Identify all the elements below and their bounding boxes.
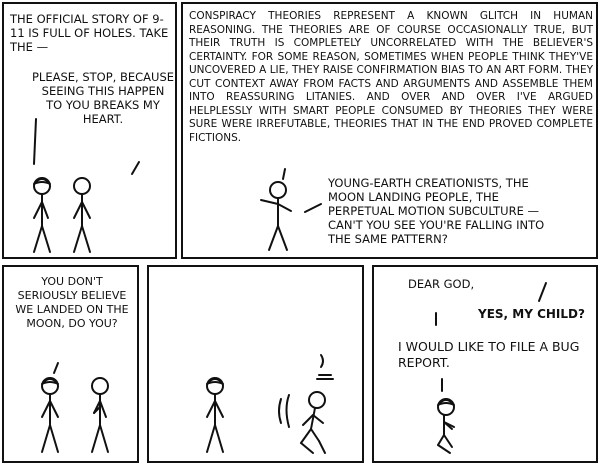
panel-1-stick-figures xyxy=(33,118,140,253)
comic-panel-4 xyxy=(147,265,364,463)
comic-panel-5: Dear God, Yes, my child? I would like to… xyxy=(372,265,598,463)
panel-4-stick-figures xyxy=(206,354,334,454)
comic-panel-2: Conspiracy theories represent a known gl… xyxy=(181,2,598,259)
comic-panel-1: The official story of 9-11 is full of ho… xyxy=(2,2,177,259)
comic-panel-3: You don't seriously believe we landed on… xyxy=(2,265,139,463)
panel-3-stick-figures xyxy=(41,362,109,453)
panel-5-stick-figure xyxy=(435,282,547,454)
panel-2-stick-figure xyxy=(260,168,322,251)
